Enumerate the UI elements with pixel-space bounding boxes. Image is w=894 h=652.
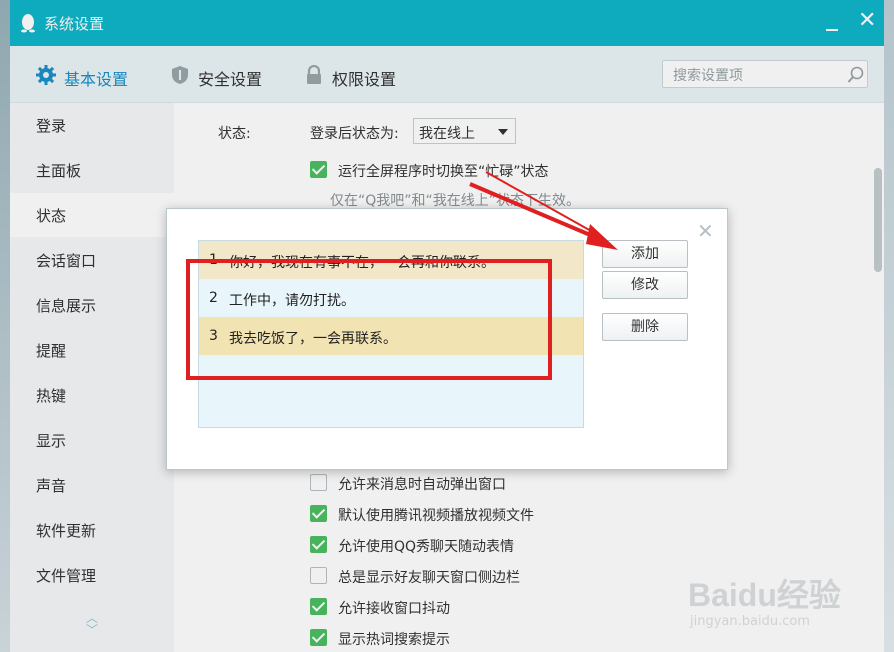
content-scrollbar[interactable] [874,168,882,272]
sidebar-item-label: 热键 [36,387,67,405]
sidebar-item-label: 提醒 [36,342,67,360]
edit-button[interactable]: 修改 [602,271,688,299]
sidebar-item-label: 状态 [36,207,67,225]
fullscreen-busy-label: 运行全屏程序时切换至“忙碌”状态 [338,164,549,180]
sidebar: 登录 主面板 状态 会话窗口 信息展示 提醒 热键 显示 声音 软件更新 文件管… [10,103,174,652]
list-item[interactable]: 2 工作中，请勿打扰。 [199,279,583,317]
auto-reply-list[interactable]: 1 你好，我现在有事不在，一会再和你联系。 2 工作中，请勿打扰。 3 我去吃饭… [198,240,584,428]
chevron-down-icon [498,129,508,135]
list-item[interactable]: 3 我去吃饭了，一会再联系。 [199,317,583,355]
sidebar-item-label: 信息展示 [36,297,97,315]
tab-bar: 基本设置 安全设置 权限设置 [10,46,884,103]
item-number: 2 [209,290,218,306]
after-login-status-label: 登录后状态为: [310,126,399,142]
hot-search-checkbox[interactable]: 显示热词搜索提示 [310,628,570,650]
sidebar-scroll-chevrons-icon[interactable]: ︿ ﹀ [84,612,100,642]
checkbox-checked-icon [310,161,327,178]
search-icon[interactable] [847,66,865,84]
minimize-button[interactable] [822,14,842,34]
option-label: 允许来消息时自动弹出窗口 [338,477,506,493]
sidebar-item-hotkey[interactable]: 热键 [10,373,174,417]
option-label: 显示热词搜索提示 [338,632,450,648]
item-text: 工作中，请勿打扰。 [229,293,355,309]
sidebar-item-label: 会话窗口 [36,252,97,270]
after-login-status-select[interactable]: 我在线上 [413,118,516,144]
qq-penguin-icon [21,14,35,33]
checkbox-unchecked-icon [310,474,327,491]
option-label: 允许接收窗口抖动 [338,601,450,617]
status-section-label: 状态: [218,126,251,142]
option-label: 默认使用腾讯视频播放视频文件 [338,508,534,524]
sidebar-item-login[interactable]: 登录 [10,103,174,147]
search-box[interactable] [662,60,868,88]
sidebar-item-software-update[interactable]: 软件更新 [10,508,174,552]
gear-icon [36,65,56,85]
search-input[interactable] [671,65,845,85]
sidebar-item-display[interactable]: 显示 [10,418,174,462]
sidebar-item-main-panel[interactable]: 主面板 [10,148,174,192]
sidebar-item-label: 声音 [36,477,67,495]
sidebar-item-chat-window[interactable]: 会话窗口 [10,238,174,282]
tencent-video-checkbox[interactable]: 默认使用腾讯视频播放视频文件 [310,504,570,526]
shield-icon [172,66,188,84]
item-text: 我去吃饭了，一会再联系。 [229,331,397,347]
sidebar-item-label: 登录 [36,117,67,135]
tab-label: 基本设置 [64,70,129,89]
close-dialog-icon[interactable]: ✕ [697,221,714,241]
qq-show-emoji-checkbox[interactable]: 允许使用QQ秀聊天随动表情 [310,535,570,557]
checkbox-checked-icon [310,629,327,646]
checkbox-checked-icon [310,598,327,615]
delete-button[interactable]: 删除 [602,313,688,341]
auto-reply-dialog: ✕ 1 你好，我现在有事不在，一会再和你联系。 2 工作中，请勿打扰。 3 我去… [166,208,728,470]
chat-sidebar-checkbox[interactable]: 总是显示好友聊天窗口侧边栏 [310,566,570,588]
checkbox-checked-icon [310,536,327,553]
option-label: 允许使用QQ秀聊天随动表情 [338,539,515,555]
sidebar-item-label: 文件管理 [36,567,97,585]
lock-icon [307,65,321,84]
item-text: 你好，我现在有事不在，一会再和你联系。 [229,255,495,271]
sidebar-item-sound[interactable]: 声音 [10,463,174,507]
sidebar-item-file-management[interactable]: 文件管理 [10,553,174,597]
tab-security-settings[interactable]: 安全设置 [170,64,280,89]
item-number: 1 [209,252,218,268]
tab-permission-settings[interactable]: 权限设置 [304,64,414,89]
window-title: 系统设置 [44,15,105,33]
after-login-status-value: 我在线上 [419,126,475,142]
option-label: 总是显示好友聊天窗口侧边栏 [338,570,520,586]
fullscreen-busy-checkbox[interactable]: 运行全屏程序时切换至“忙碌”状态 [310,160,610,182]
status-hint: 仅在“Q我吧”和“我在线上”状态下生效。 [330,193,581,209]
sidebar-item-info-display[interactable]: 信息展示 [10,283,174,327]
sidebar-item-reminder[interactable]: 提醒 [10,328,174,372]
tab-label: 权限设置 [332,70,397,89]
list-item[interactable]: 1 你好，我现在有事不在，一会再和你联系。 [199,241,583,279]
auto-popup-checkbox[interactable]: 允许来消息时自动弹出窗口 [310,473,570,495]
sidebar-item-label: 主面板 [36,162,82,180]
tab-basic-settings[interactable]: 基本设置 [36,64,146,89]
sidebar-item-status[interactable]: 状态 [10,193,174,237]
checkbox-unchecked-icon [310,567,327,584]
close-window-button[interactable]: ✕ [858,10,876,32]
add-button[interactable]: 添加 [602,240,688,268]
sidebar-item-label: 软件更新 [36,522,97,540]
item-number: 3 [209,328,218,344]
title-bar: 系统设置 ✕ [10,0,884,46]
sidebar-item-label: 显示 [36,432,67,450]
checkbox-checked-icon [310,505,327,522]
window-shake-checkbox[interactable]: 允许接收窗口抖动 [310,597,570,619]
tab-label: 安全设置 [198,70,263,89]
